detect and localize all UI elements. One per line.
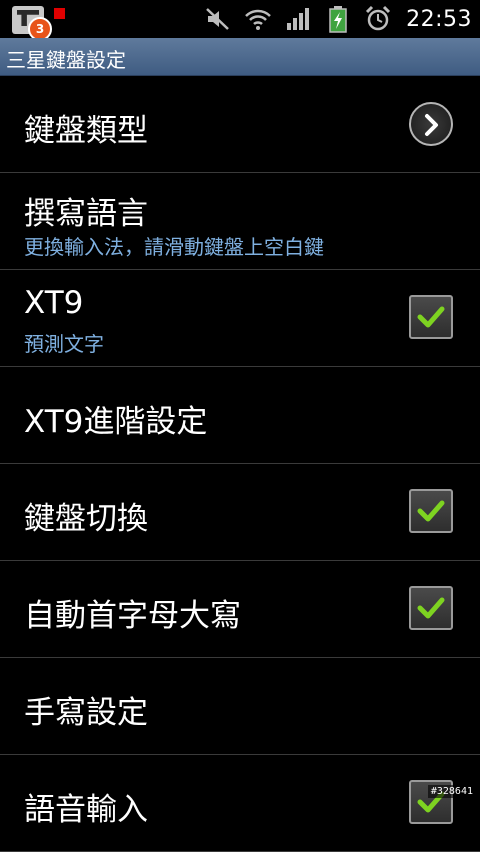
setting-input-language[interactable]: 撰寫語言 更換輸入法，請滑動鍵盤上空白鍵 <box>0 173 480 270</box>
chevron-right-icon[interactable] <box>409 102 453 146</box>
battery-charging-icon <box>329 6 347 33</box>
setting-label: 手寫設定 <box>24 695 148 731</box>
auto-capitalization-checkbox[interactable] <box>409 586 453 630</box>
setting-auto-capitalization[interactable]: 自動首字母大寫 <box>0 561 480 658</box>
setting-xt9-advanced[interactable]: XT9進階設定 <box>0 367 480 464</box>
setting-label: XT9進階設定 <box>24 404 208 440</box>
watermark: #328641 <box>427 785 476 798</box>
setting-voice-input[interactable]: 語音輸入 <box>0 755 480 852</box>
checkmark-icon <box>417 306 445 328</box>
setting-label: 鍵盤切換 <box>24 501 148 537</box>
status-bar: 3 22:53 <box>0 0 480 41</box>
mute-icon <box>206 8 229 30</box>
settings-list: 鍵盤類型 撰寫語言 更換輸入法，請滑動鍵盤上空白鍵 XT9 預測文字 XT9進階… <box>0 76 480 852</box>
page-title: 三星鍵盤設定 <box>6 48 126 72</box>
setting-label: 撰寫語言 <box>24 196 148 232</box>
setting-keyboard-type[interactable]: 鍵盤類型 <box>0 76 480 173</box>
setting-label: 鍵盤類型 <box>24 113 148 149</box>
checkmark-icon <box>417 597 445 619</box>
alarm-icon <box>366 5 391 31</box>
wifi-icon <box>245 9 271 30</box>
setting-label: 自動首字母大寫 <box>24 598 241 634</box>
setting-summary: 預測文字 <box>24 332 104 356</box>
setting-summary: 更換輸入法，請滑動鍵盤上空白鍵 <box>24 235 324 259</box>
keyboard-swipe-checkbox[interactable] <box>409 489 453 533</box>
setting-keyboard-swipe[interactable]: 鍵盤切換 <box>0 464 480 561</box>
setting-xt9[interactable]: XT9 預測文字 <box>0 270 480 367</box>
checkmark-icon <box>417 500 445 522</box>
clock: 22:53 <box>406 6 472 32</box>
xt9-checkbox[interactable] <box>409 295 453 339</box>
setting-handwriting[interactable]: 手寫設定 <box>0 658 480 755</box>
title-bar: 三星鍵盤設定 <box>0 38 480 76</box>
signal-icon <box>287 8 310 30</box>
setting-label: 語音輸入 <box>24 792 148 828</box>
red-notification-icon <box>54 8 65 19</box>
setting-label: XT9 <box>24 285 84 321</box>
